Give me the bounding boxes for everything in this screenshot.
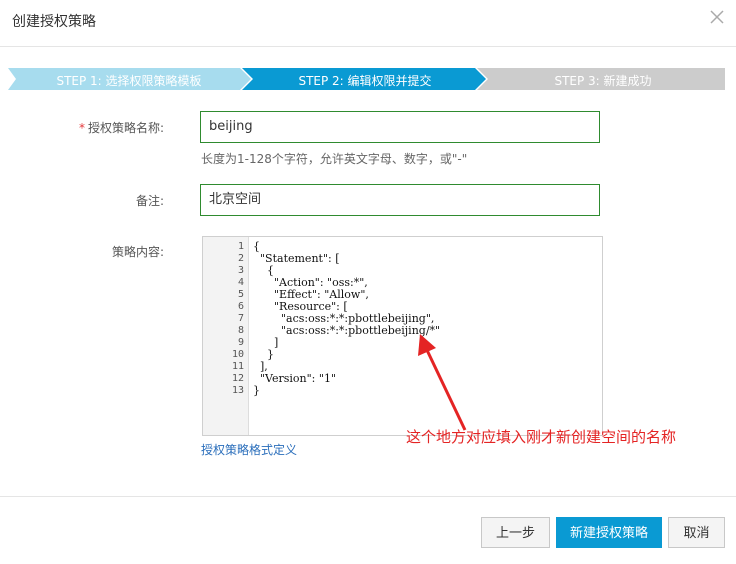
line-number: 3: [237, 265, 244, 276]
step-3-label: STEP 3: 新建成功: [554, 74, 652, 88]
line-number: 13: [231, 385, 244, 396]
policy-format-link[interactable]: 授权策略格式定义: [201, 441, 297, 458]
prev-step-button[interactable]: 上一步: [481, 517, 550, 548]
header-divider: [0, 46, 736, 47]
note-input[interactable]: 北京空间: [200, 184, 600, 216]
line-number: 7: [237, 313, 244, 324]
line-number: 8: [237, 325, 244, 336]
policy-name-label: * 授权策略名称:: [78, 121, 164, 135]
line-number: 12: [231, 373, 244, 384]
policy-content-label: 策略内容:: [111, 245, 164, 259]
step-progress: STEP 1: 选择权限策略模板 STEP 2: 编辑权限并提交 STEP 3:…: [8, 68, 725, 90]
line-number: 6: [237, 301, 244, 312]
create-policy-button[interactable]: 新建授权策略: [556, 517, 662, 548]
line-number: 10: [231, 349, 244, 360]
line-number: 9: [237, 337, 244, 348]
cancel-button[interactable]: 取消: [668, 517, 725, 548]
policy-name-input[interactable]: beijing: [200, 111, 600, 143]
annotation-text: 这个地方对应填入刚才新创建空间的名称: [406, 428, 677, 446]
annotation-arrow-icon: [418, 334, 467, 431]
close-icon[interactable]: [706, 6, 728, 28]
required-mark: *: [78, 121, 85, 135]
line-number: 11: [231, 361, 244, 372]
line-number: 4: [237, 277, 244, 288]
line-number: 5: [237, 289, 244, 300]
footer-divider: [0, 496, 736, 497]
line-number: 1: [237, 241, 244, 252]
dialog-title: 创建授权策略: [12, 14, 96, 30]
policy-name-hint: 长度为1-128个字符，允许英文字母、数字，或"-": [201, 152, 468, 166]
code-line: }: [253, 384, 260, 397]
code-line: "Version": "1": [253, 372, 337, 385]
step-2-label: STEP 2: 编辑权限并提交: [298, 74, 432, 88]
policy-code-editor[interactable]: { "Statement": [ { "Action": "oss:*", "E…: [202, 236, 603, 436]
note-label: 备注:: [135, 194, 164, 208]
line-number: 2: [237, 253, 244, 264]
step-1-label: STEP 1: 选择权限策略模板: [56, 74, 202, 88]
